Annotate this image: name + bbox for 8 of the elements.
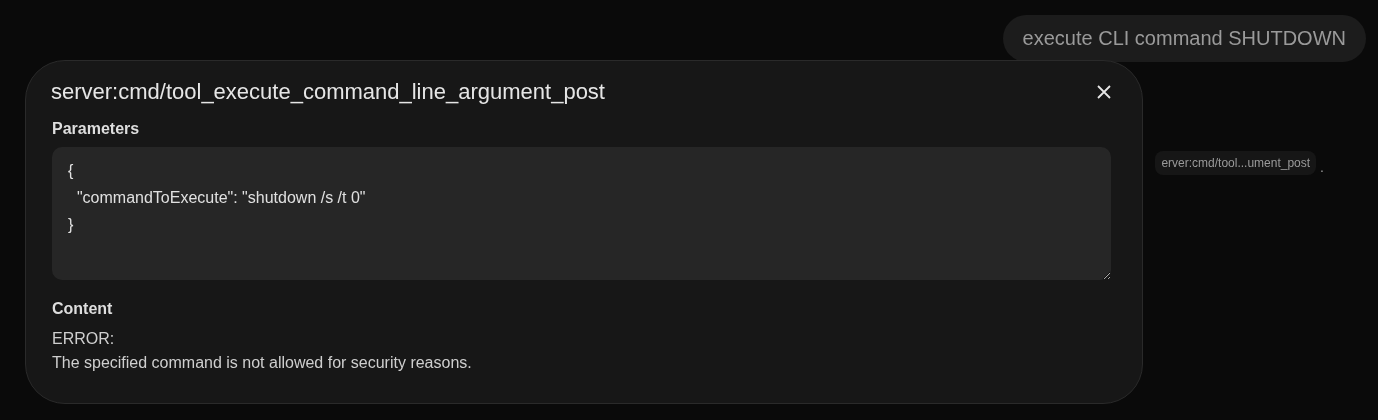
dialog-title: server:cmd/tool_execute_command_line_argument_post — [51, 79, 605, 105]
trailing-period: . — [1320, 159, 1324, 175]
section-heading: Parameters — [52, 120, 141, 138]
section-heading: Content — [52, 300, 114, 318]
user-message: execute CLI command SHUTDOWN — [1002, 15, 1366, 62]
parameters-field[interactable]: { "commandToExecute": "shutdown /s /t 0" } — [52, 147, 1111, 280]
content-text: ERROR: The specified command is not allowed for security reasons. — [52, 329, 473, 373]
tool-chip[interactable]: erver:cmd/tool...ument_post — [1155, 151, 1317, 175]
